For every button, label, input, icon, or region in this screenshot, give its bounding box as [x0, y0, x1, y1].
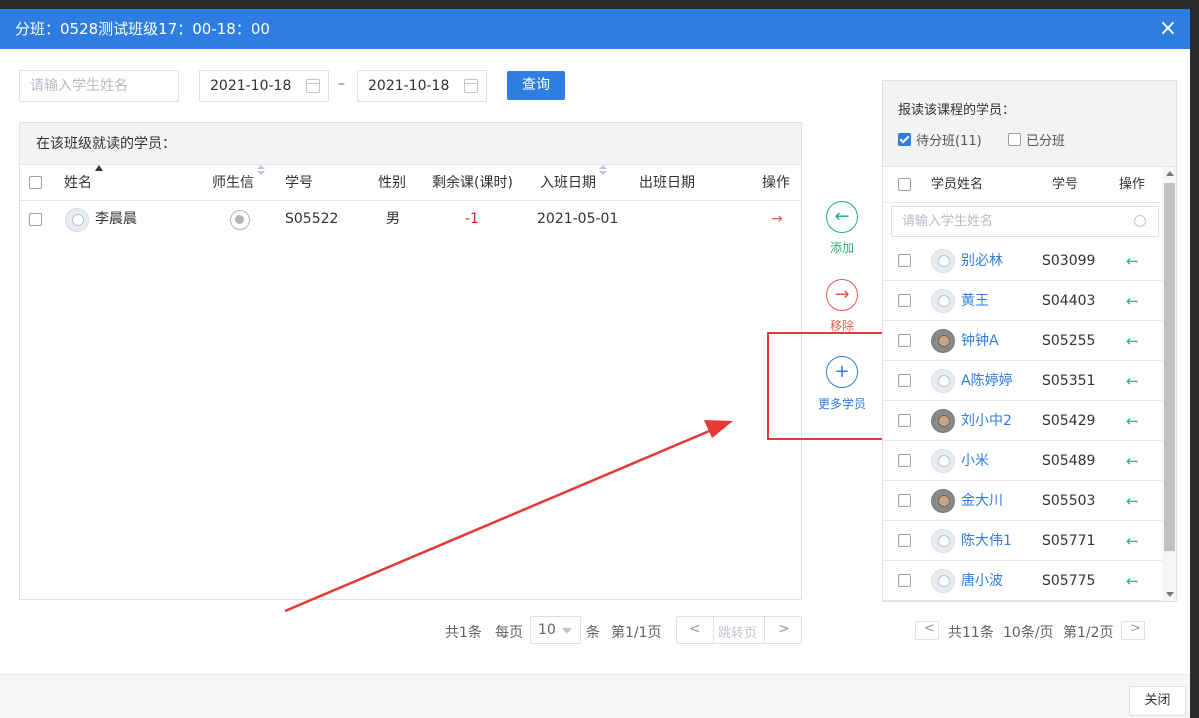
avatar	[931, 289, 955, 313]
row-checkbox[interactable]	[898, 294, 911, 307]
student-name-link[interactable]: 钟钟A	[961, 321, 999, 361]
list-item: A陈婷婷 S05351 ←	[883, 361, 1163, 401]
avatar	[931, 449, 955, 473]
add-student-arrow-icon[interactable]: ←	[1126, 241, 1139, 281]
student-name-link[interactable]: 刘小中2	[961, 401, 1012, 441]
row-checkbox[interactable]	[898, 454, 911, 467]
list-item: 陈大伟1 S05771 ←	[883, 521, 1163, 561]
row-checkbox[interactable]	[898, 414, 911, 427]
right-pager-page: 第1/2页	[1063, 625, 1114, 641]
avatar	[931, 409, 955, 433]
right-pager-per-page: 10条/页	[1003, 625, 1054, 641]
right-search-input[interactable]: 请输入学生姓名	[891, 206, 1159, 237]
avatar	[931, 529, 955, 553]
course-table-header: 学员姓名 学号 操作	[883, 167, 1163, 203]
row-checkbox[interactable]	[898, 534, 911, 547]
course-students-title: 报读该课程的学员：	[898, 103, 1016, 118]
avatar	[931, 249, 955, 273]
add-student-arrow-icon[interactable]: ←	[1126, 401, 1139, 441]
student-id: S05255	[1042, 333, 1096, 349]
list-item: 刘小中2 S05429 ←	[883, 401, 1163, 441]
student-id: S05503	[1042, 493, 1096, 509]
right-next-page-button[interactable]: >	[1121, 621, 1145, 640]
avatar	[931, 329, 955, 353]
pending-filter-label: 待分班(11)	[916, 134, 982, 149]
pending-checkbox[interactable]	[898, 133, 911, 146]
add-student-arrow-icon[interactable]: ←	[1126, 441, 1139, 481]
row-checkbox[interactable]	[898, 334, 911, 347]
student-name-link[interactable]: 小米	[961, 441, 989, 481]
select-all-right-checkbox[interactable]	[898, 178, 911, 191]
right-prev-page-button[interactable]: <	[915, 621, 939, 640]
student-id: S05771	[1042, 533, 1096, 549]
add-student-arrow-icon[interactable]: ←	[1126, 361, 1139, 401]
row-checkbox[interactable]	[898, 254, 911, 267]
avatar	[931, 369, 955, 393]
modal-footer	[0, 674, 1190, 718]
student-id: S05429	[1042, 413, 1096, 429]
student-id: S05351	[1042, 373, 1096, 389]
student-id: S05489	[1042, 453, 1096, 469]
student-name-link[interactable]: 唐小波	[961, 561, 1003, 601]
list-item: 黄王 S04403 ←	[883, 281, 1163, 321]
student-name-link[interactable]: A陈婷婷	[961, 361, 1013, 401]
student-id: S03099	[1042, 253, 1096, 269]
add-student-arrow-icon[interactable]: ←	[1126, 281, 1139, 321]
row-checkbox[interactable]	[898, 574, 911, 587]
avatar	[931, 569, 955, 593]
row-checkbox[interactable]	[898, 374, 911, 387]
student-name-link[interactable]: 金大川	[961, 481, 1003, 521]
student-id: S05775	[1042, 573, 1096, 589]
student-id: S04403	[1042, 293, 1096, 309]
row-checkbox[interactable]	[898, 494, 911, 507]
add-student-arrow-icon[interactable]: ←	[1126, 561, 1139, 601]
search-icon	[1134, 215, 1146, 227]
course-students-header: 报读该课程的学员： 待分班(11) 已分班	[883, 81, 1176, 167]
list-item: 别必林 S03099 ←	[883, 241, 1163, 281]
right-pager-total: 共11条	[948, 625, 994, 641]
student-name-link[interactable]: 黄王	[961, 281, 989, 321]
add-student-arrow-icon[interactable]: ←	[1126, 321, 1139, 361]
avatar	[931, 489, 955, 513]
student-name-link[interactable]: 陈大伟1	[961, 521, 1012, 561]
list-item: 唐小波 S05775 ←	[883, 561, 1163, 601]
list-item: 钟钟A S05255 ←	[883, 321, 1163, 361]
assigned-checkbox[interactable]	[1008, 133, 1021, 146]
close-button[interactable]: 关闭	[1129, 686, 1186, 716]
add-student-arrow-icon[interactable]: ←	[1126, 521, 1139, 561]
student-name-link[interactable]: 别必林	[961, 241, 1003, 281]
scrollbar[interactable]	[1162, 167, 1176, 601]
course-students-panel: 报读该课程的学员： 待分班(11) 已分班 学员姓名 学号 操作 请输入学生姓名…	[882, 80, 1177, 602]
add-student-arrow-icon[interactable]: ←	[1126, 481, 1139, 521]
list-item: 小米 S05489 ←	[883, 441, 1163, 481]
assigned-filter-label: 已分班	[1026, 134, 1066, 149]
list-item: 金大川 S05503 ←	[883, 481, 1163, 521]
